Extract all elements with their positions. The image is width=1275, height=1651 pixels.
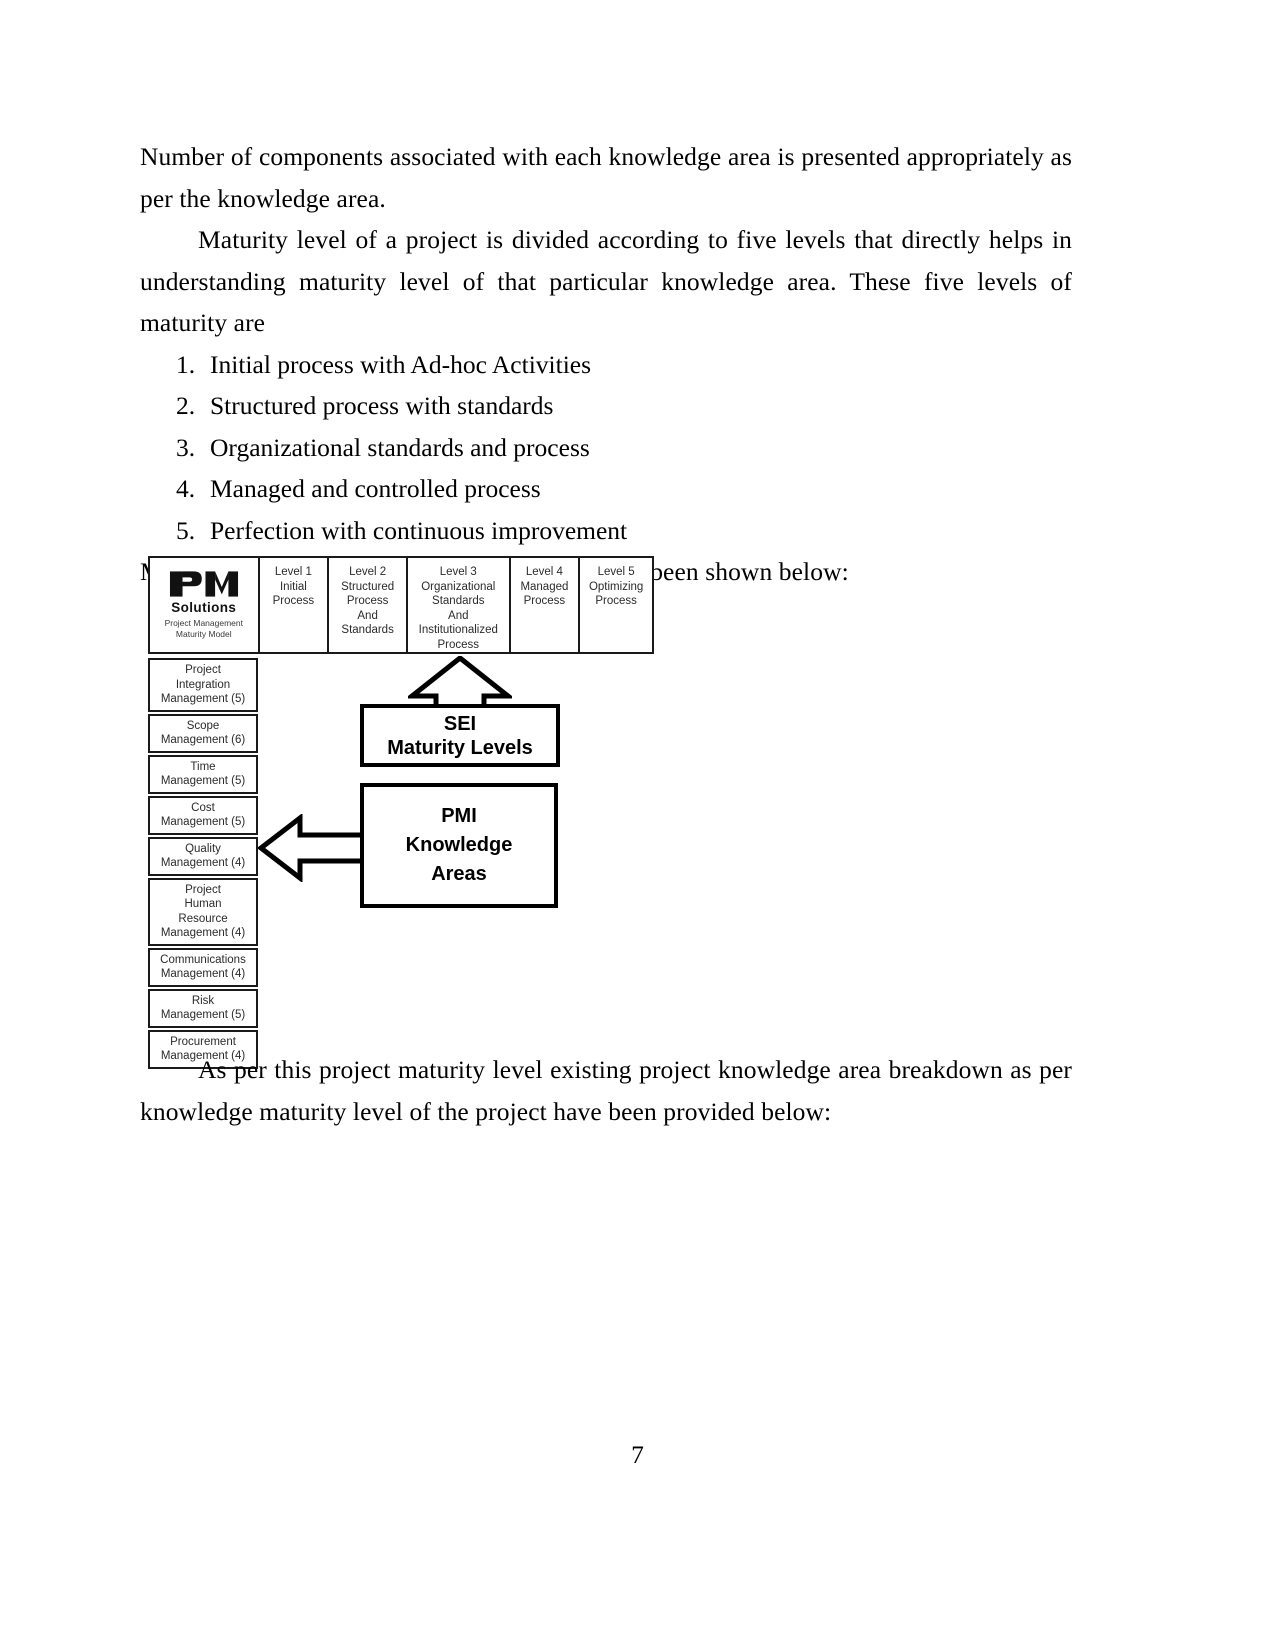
maturity-levels-list: Initial process with Ad-hoc Activities S… [140,344,1072,552]
paragraph-breakdown: As per this project maturity level exist… [140,1055,1072,1126]
level-2-title: Level 2 [349,566,387,578]
page-number: 7 [631,1440,644,1469]
level-3-description: Organizational Standards And Institution… [418,580,498,651]
knowledge-area-box: Project Human Resource Management (4) [148,877,258,946]
pmi-knowledge-areas-callout: PMI Knowledge Areas [360,783,558,908]
pm-solutions-maturity-model-figure: Solutions Project Management Maturity Mo… [148,556,658,1069]
logo-subtitle-line2: Maturity Model [175,628,232,639]
list-item: Perfection with continuous improvement [176,510,628,551]
logo-subtitle-line1: Project Management [164,618,243,628]
document-body: Number of components associated with eac… [140,136,1072,593]
level-1-description: Initial Process [272,580,315,608]
level-1-title: Level 1 [274,566,312,578]
header-cell-level-4: Level 4 Managed Process [511,558,581,652]
knowledge-area-box: Communications Management (4) [148,947,258,987]
level-4-title: Level 4 [525,566,563,578]
list-item: Organizational standards and process [176,427,590,468]
paragraph-maturity-levels: Maturity level of a project is divided a… [140,225,1072,337]
logo-brand-text: Solutions [171,600,237,615]
knowledge-areas-column: Project Integration Management (5) Scope… [148,658,258,1071]
knowledge-area-box: Quality Management (4) [148,836,258,876]
knowledge-area-box: Time Management (5) [148,754,258,794]
knowledge-area-box: Scope Management (6) [148,713,258,753]
list-item: Structured process with standards [176,385,554,426]
level-5-title: Level 5 [597,566,635,578]
sei-maturity-levels-callout: SEI Maturity Levels [360,704,560,767]
header-cell-level-5: Level 5 Optimizing Process [580,558,652,652]
left-arrow-icon [258,814,370,882]
level-5-description: Optimizing Process [588,580,644,608]
maturity-level-header-row: Solutions Project Management Maturity Mo… [148,556,654,654]
paragraph-intro: Number of components associated with eac… [140,142,1072,213]
document-page: Number of components associated with eac… [0,0,1275,1651]
header-cell-level-3: Level 3 Organizational Standards And Ins… [408,558,511,652]
level-3-title: Level 3 [439,566,477,578]
knowledge-area-box: Project Integration Management (5) [148,658,258,712]
header-cell-level-2: Level 2 Structured Process And Standards [329,558,408,652]
header-cell-level-1: Level 1 Initial Process [260,558,330,652]
pm-solutions-logo: Solutions Project Management Maturity Mo… [150,558,260,652]
knowledge-area-box: Cost Management (5) [148,795,258,835]
knowledge-area-box: Risk Management (5) [148,988,258,1028]
list-item: Managed and controlled process [176,468,541,509]
level-4-description: Managed Process [520,580,569,608]
pm-logo-icon [169,571,238,597]
level-2-description: Structured Process And Standards [341,580,395,637]
document-body-lower: As per this project maturity level exist… [140,1049,1072,1132]
list-item: Initial process with Ad-hoc Activities [176,344,592,385]
